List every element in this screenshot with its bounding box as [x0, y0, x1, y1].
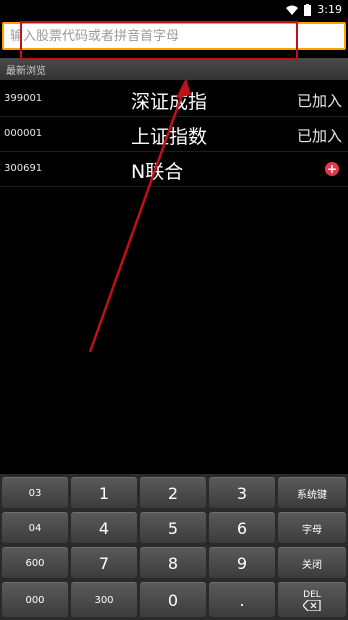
key-0[interactable]: 0 [140, 582, 206, 617]
stock-code: 399001 [4, 93, 43, 104]
key-03[interactable]: 03 [2, 477, 68, 508]
key-dot[interactable]: . [209, 582, 275, 617]
backspace-icon [303, 599, 321, 611]
numeric-keyboard: 03 1 2 3 系统键 04 4 5 6 字母 600 7 8 9 关闭 00… [0, 474, 348, 620]
key-3[interactable]: 3 [209, 477, 275, 508]
clock: 3:19 [317, 3, 342, 16]
battery-icon [304, 3, 312, 16]
key-300[interactable]: 300 [71, 582, 137, 617]
close-key-button[interactable]: 关闭 [278, 547, 346, 578]
stock-code: 000001 [4, 128, 43, 139]
key-600[interactable]: 600 [2, 547, 68, 578]
stock-name: 上证指数 [131, 126, 208, 148]
delete-key-button[interactable]: DEL [278, 582, 346, 617]
key-1[interactable]: 1 [71, 477, 137, 508]
added-status: 已加入 [296, 92, 342, 110]
search-input[interactable] [4, 24, 344, 48]
system-key-button[interactable]: 系统键 [278, 477, 346, 508]
search-field[interactable] [2, 22, 346, 50]
letters-key-button[interactable]: 字母 [278, 512, 346, 543]
key-2[interactable]: 2 [140, 477, 206, 508]
search-bar [0, 19, 348, 53]
wifi-icon [286, 5, 299, 15]
list-item[interactable]: 399001 深证成指 已加入 [0, 82, 348, 117]
key-5[interactable]: 5 [140, 512, 206, 543]
key-7[interactable]: 7 [71, 547, 137, 578]
stock-name: N联合 [131, 161, 184, 183]
stock-list: 399001 深证成指 已加入 000001 上证指数 已加入 300691 N… [0, 82, 348, 187]
recent-header: 最新浏览 [0, 58, 348, 80]
key-8[interactable]: 8 [140, 547, 206, 578]
key-9[interactable]: 9 [209, 547, 275, 578]
list-item[interactable]: 300691 N联合 + [0, 152, 348, 187]
key-04[interactable]: 04 [2, 512, 68, 543]
stock-name: 深证成指 [131, 91, 208, 113]
added-status: 已加入 [296, 127, 342, 145]
key-4[interactable]: 4 [71, 512, 137, 543]
stock-code: 300691 [4, 163, 43, 174]
recent-header-label: 最新浏览 [6, 66, 46, 77]
key-000[interactable]: 000 [2, 582, 68, 617]
key-6[interactable]: 6 [209, 512, 275, 543]
list-item[interactable]: 000001 上证指数 已加入 [0, 117, 348, 152]
plus-circle-icon[interactable]: + [325, 162, 339, 176]
status-bar: 3:19 [0, 0, 348, 19]
